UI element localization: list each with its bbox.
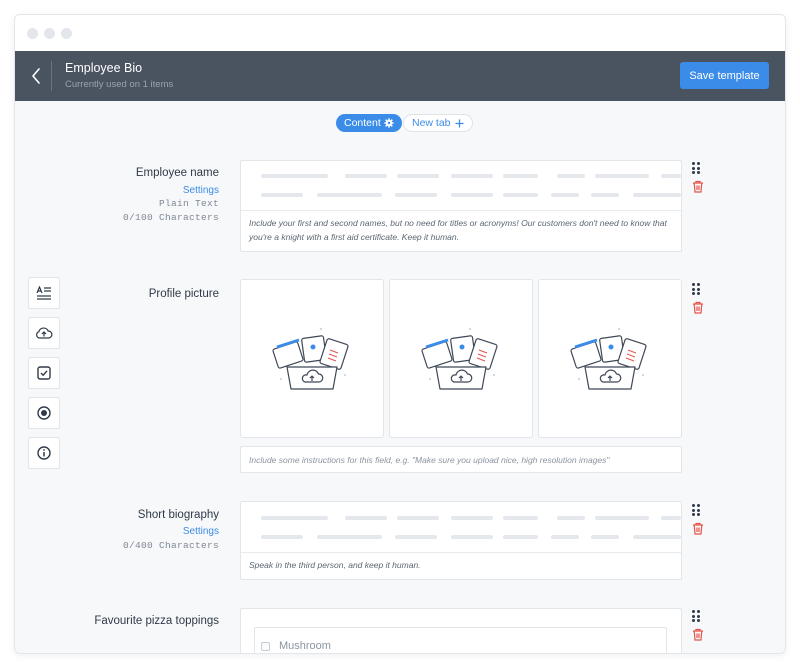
trash-icon[interactable] <box>692 180 704 193</box>
field-toolbox <box>28 277 60 477</box>
window-close-dot[interactable] <box>27 28 38 39</box>
upload-illustration-icon <box>272 327 349 390</box>
checkbox[interactable] <box>261 642 270 651</box>
employee-name-settings-link[interactable]: Settings <box>123 185 219 196</box>
profile-picture-instructions: Include some instructions for this field… <box>249 455 610 465</box>
image-upload-slot[interactable] <box>389 279 533 438</box>
drag-handle-icon[interactable] <box>692 504 702 516</box>
window-chrome <box>15 15 785 51</box>
tab-content[interactable]: Content <box>336 114 402 132</box>
guideline-tool[interactable] <box>28 437 60 469</box>
radio-tool[interactable] <box>28 397 60 429</box>
short-biography-settings-link[interactable]: Settings <box>123 526 219 537</box>
pizza-toppings-actions <box>692 610 704 646</box>
template-title: Employee Bio <box>65 61 143 75</box>
image-upload-slot[interactable] <box>240 279 384 438</box>
template-header: Employee Bio Currently used on 1 items S… <box>15 51 785 101</box>
upload-tool[interactable] <box>28 317 60 349</box>
plus-icon <box>455 119 464 127</box>
employee-name-char-count: 0/100 Characters <box>122 212 219 223</box>
checkbox-icon <box>37 366 51 380</box>
employee-name-meta: Settings Plain Text 0/100 Characters <box>123 185 219 223</box>
short-biography-label: Short biography <box>137 509 219 521</box>
profile-picture-actions <box>692 283 704 319</box>
app-window: Employee Bio Currently used on 1 items S… <box>14 14 786 654</box>
text-field-tool[interactable] <box>28 277 60 309</box>
short-biography-char-count: 0/400 Characters <box>122 540 219 551</box>
new-tab-button[interactable]: New tab <box>403 114 473 132</box>
checkbox-option[interactable]: Mushroom <box>254 627 667 653</box>
short-biography-actions <box>692 504 704 540</box>
trash-icon[interactable] <box>692 301 704 314</box>
divider <box>241 210 681 211</box>
divider <box>241 552 681 553</box>
employee-name-label: Employee name <box>135 167 219 179</box>
tab-content-label: Content <box>344 117 381 129</box>
drag-handle-icon[interactable] <box>692 283 702 295</box>
short-biography-meta: Settings 0/400 Characters <box>123 526 219 551</box>
image-upload-slot[interactable] <box>538 279 682 438</box>
text-lines-icon <box>36 286 51 300</box>
new-tab-label: New tab <box>412 117 451 129</box>
back-button[interactable] <box>25 63 47 89</box>
profile-picture-label: Profile picture <box>148 288 219 300</box>
trash-icon[interactable] <box>692 522 704 535</box>
window-maximize-dot[interactable] <box>61 28 72 39</box>
profile-picture-instructions-field[interactable]: Include some instructions for this field… <box>240 446 682 473</box>
window-minimize-dot[interactable] <box>44 28 55 39</box>
cloud-upload-icon <box>36 327 53 339</box>
radio-icon <box>37 406 51 420</box>
tab-bar: Content New tab <box>15 114 785 134</box>
employee-name-type: Plain Text <box>158 198 219 209</box>
header-divider <box>51 61 52 91</box>
info-icon <box>37 446 51 460</box>
pizza-toppings-label: Favourite pizza toppings <box>94 615 219 627</box>
checkbox-option-label: Mushroom <box>279 640 331 652</box>
employee-name-instructions[interactable]: Include your first and second names, but… <box>249 216 674 244</box>
upload-illustration-icon <box>570 327 647 390</box>
employee-name-actions <box>692 162 704 198</box>
gear-icon[interactable] <box>384 118 394 128</box>
template-usage: Currently used on 1 items <box>65 79 174 90</box>
employee-name-field[interactable]: Include your first and second names, but… <box>240 160 682 252</box>
save-template-button[interactable]: Save template <box>680 62 769 89</box>
checkbox-tool[interactable] <box>28 357 60 389</box>
upload-illustration-icon <box>421 327 498 390</box>
drag-handle-icon[interactable] <box>692 610 702 622</box>
drag-handle-icon[interactable] <box>692 162 702 174</box>
short-biography-instructions[interactable]: Speak in the third person, and keep it h… <box>249 558 421 572</box>
short-biography-field[interactable]: Speak in the third person, and keep it h… <box>240 501 682 580</box>
chevron-left-icon <box>32 68 40 84</box>
trash-icon[interactable] <box>692 628 704 641</box>
